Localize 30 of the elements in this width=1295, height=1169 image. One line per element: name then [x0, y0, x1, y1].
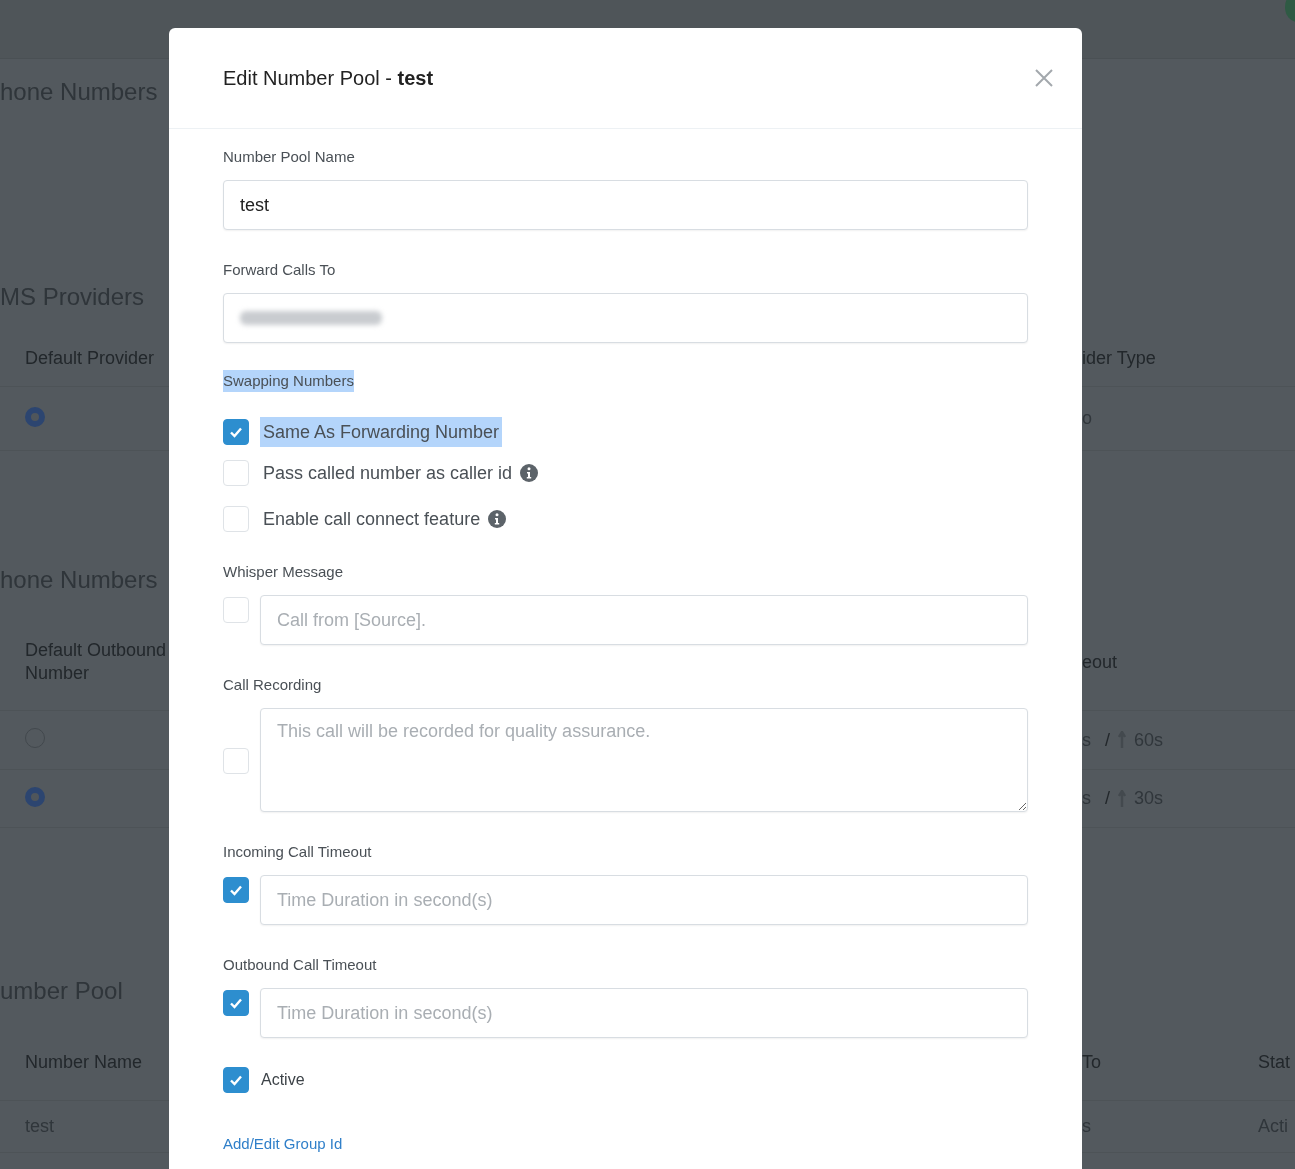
- option-label: Pass called number as caller id: [262, 462, 514, 485]
- field-label: Number Pool Name: [223, 147, 355, 167]
- text-field[interactable]: [223, 293, 1028, 343]
- group-id-link[interactable]: Add/Edit Group Id: [223, 1135, 343, 1152]
- checkbox[interactable]: [223, 877, 249, 903]
- checkbox-label: Active: [261, 1071, 305, 1089]
- separator-text: /: [1105, 788, 1110, 809]
- checkbox[interactable]: [223, 990, 249, 1016]
- checkbox[interactable]: [223, 1067, 249, 1093]
- field-label: Incoming Call Timeout: [223, 842, 372, 862]
- text-field[interactable]: Call from [Source].: [260, 595, 1028, 645]
- dialog-title: Edit Number Pool - test: [223, 66, 434, 90]
- radio-button[interactable]: [25, 786, 45, 807]
- checkbox[interactable]: [223, 419, 249, 445]
- info-icon[interactable]: [520, 464, 539, 482]
- option-label: Enable call connect feature: [262, 508, 482, 531]
- option-label: Same As Forwarding Number: [260, 417, 503, 447]
- text-field[interactable]: Time Duration in second(s): [260, 988, 1028, 1038]
- text-area[interactable]: This call will be recorded for quality assurance.: [260, 708, 1028, 812]
- field-label: Outbound Call Timeout: [223, 955, 377, 975]
- field-label: Swapping Numbers: [223, 370, 354, 392]
- field-label: Forward Calls To: [223, 260, 336, 280]
- close-icon[interactable]: [1034, 68, 1054, 88]
- separator-text: /: [1105, 729, 1110, 751]
- field-label: Whisper Message: [223, 562, 344, 582]
- radio-button[interactable]: [25, 406, 45, 427]
- field-label: Call Recording: [223, 675, 322, 695]
- text-field[interactable]: Time Duration in second(s): [260, 875, 1028, 925]
- info-icon[interactable]: [488, 510, 507, 528]
- text-field[interactable]: test: [223, 180, 1028, 230]
